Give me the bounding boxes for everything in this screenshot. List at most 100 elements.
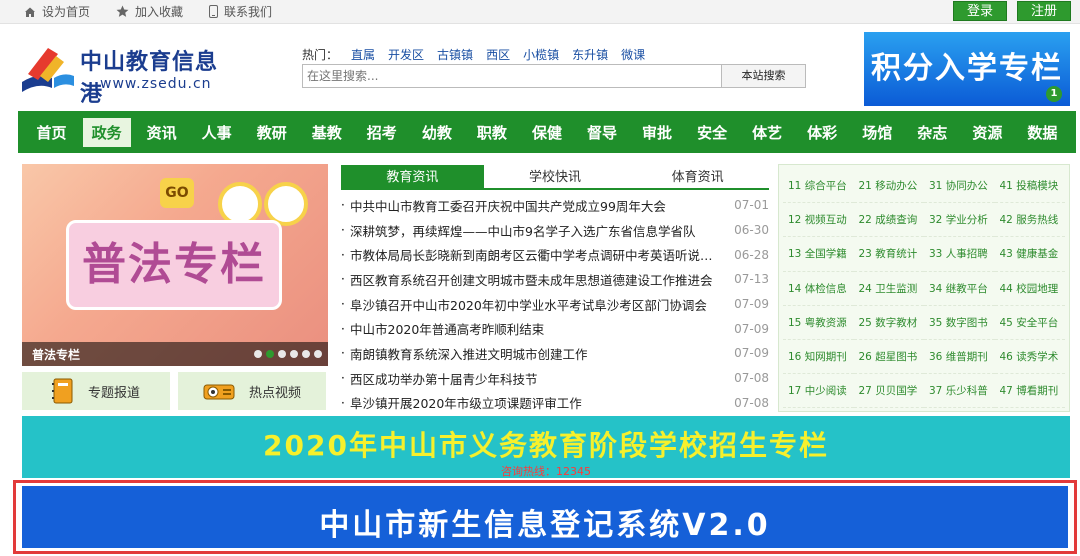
service-link[interactable]: 11 综合平台 (783, 169, 854, 204)
news-item[interactable]: · 阜沙镇召开中山市2020年初中学业水平考试阜沙考区部门协调会 07-09 (341, 292, 769, 317)
bullet: · (341, 371, 345, 386)
news-title[interactable]: 中山市2020年普通高考昨顺利结束 (350, 319, 725, 338)
news-title[interactable]: 西区成功举办第十届青少年科技节 (350, 369, 725, 388)
service-link[interactable]: 31 协同办公 (924, 169, 995, 204)
service-link[interactable]: 41 投稿模块 (994, 169, 1065, 204)
tab-education-news[interactable]: 教育资讯 (341, 165, 484, 188)
logo-book-icon (22, 48, 74, 92)
service-link[interactable]: 26 超星图书 (853, 340, 924, 375)
news-title[interactable]: 市教体局局长彭晓新到南朗考区云衢中学考点调研中考英语听说考试工作 (350, 245, 725, 264)
service-link[interactable]: 37 乐少科普 (924, 374, 995, 409)
news-title[interactable]: 阜沙镇召开中山市2020年初中学业水平考试阜沙考区部门协调会 (350, 295, 725, 314)
service-link[interactable]: 47 博看期刊 (994, 374, 1065, 409)
news-item[interactable]: · 阜沙镇开展2020年市级立项课题评审工作 07-08 (341, 391, 769, 416)
news-item[interactable]: · 西区教育系统召开创建文明城市暨未成年思想道德建设工作推进会 07-13 (341, 267, 769, 292)
nav-item[interactable]: 督导 (578, 118, 626, 147)
news-item[interactable]: · 中共中山市教育工委召开庆祝中国共产党成立99周年大会 07-01 (341, 193, 769, 218)
hot-link-weike[interactable]: 微课 (621, 46, 645, 63)
nav-item[interactable]: 幼教 (413, 118, 461, 147)
service-link[interactable]: 45 安全平台 (994, 306, 1065, 340)
news-title[interactable]: 西区教育系统召开创建文明城市暨未成年思想道德建设工作推进会 (350, 270, 725, 289)
nav-item[interactable]: 教研 (248, 118, 296, 147)
nav-item[interactable]: 资讯 (138, 118, 186, 147)
tab-sports-news[interactable]: 体育资讯 (626, 165, 769, 188)
service-link[interactable]: 17 中少阅读 (783, 374, 854, 409)
slider-dot-active[interactable] (266, 350, 274, 358)
service-link[interactable]: 43 健康基金 (994, 237, 1065, 272)
service-link[interactable]: 42 服务热线 (994, 203, 1065, 238)
service-link[interactable]: 21 移动办公 (853, 169, 924, 204)
nav-item[interactable]: 审批 (633, 118, 681, 147)
service-link[interactable]: 13 全国学籍 (783, 237, 854, 272)
news-item[interactable]: · 南朗镇教育系统深入推进文明城市创建工作 07-09 (341, 341, 769, 366)
nav-item-active[interactable]: 政务 (82, 117, 131, 147)
news-title[interactable]: 阜沙镇开展2020年市级立项课题评审工作 (350, 393, 725, 412)
contact-us-link[interactable]: 联系我们 (209, 3, 272, 20)
hot-link-dongsheng[interactable]: 东升镇 (572, 46, 608, 63)
special-report-button[interactable]: 专题报道 (22, 372, 170, 410)
service-link[interactable]: 44 校园地理 (994, 272, 1065, 306)
service-link[interactable]: 34 继教平台 (924, 272, 995, 306)
service-link[interactable]: 36 维普期刊 (924, 340, 995, 375)
banner-page-badge[interactable]: 1 (1046, 86, 1062, 102)
enrollment-banner[interactable]: 2020年中山市义务教育阶段学校招生专栏 咨询热线：12345 (22, 416, 1070, 478)
service-link[interactable]: 14 体检信息 (783, 272, 854, 306)
tab-school-news[interactable]: 学校快讯 (484, 165, 627, 188)
news-title[interactable]: 深耕筑梦，再续辉煌——中山市9名学子入选广东省信息学省队 (350, 221, 725, 240)
service-link[interactable]: 12 视频互动 (783, 203, 854, 238)
news-item[interactable]: · 市教体局局长彭晓新到南朗考区云衢中学考点调研中考英语听说考试工作 06-28 (341, 242, 769, 267)
search-input[interactable] (303, 65, 721, 87)
news-title[interactable]: 中共中山市教育工委召开庆祝中国共产党成立99周年大会 (350, 196, 725, 215)
register-button[interactable]: 注册 (1017, 1, 1071, 21)
points-enrollment-banner[interactable]: 积分入学专栏 1 (864, 32, 1070, 106)
search-button[interactable]: 本站搜索 (721, 65, 805, 87)
service-link[interactable]: 46 读秀学术 (994, 340, 1065, 375)
nav-item[interactable]: 首页 (28, 118, 76, 147)
hot-video-button[interactable]: 热点视频 (178, 372, 326, 410)
slider-dot[interactable] (254, 350, 262, 358)
service-link[interactable]: 27 贝贝国学 (853, 374, 924, 409)
service-link[interactable]: 23 教育统计 (853, 237, 924, 272)
login-button[interactable]: 登录 (953, 1, 1007, 21)
service-link[interactable]: 32 学业分析 (924, 203, 995, 238)
nav-item[interactable]: 职教 (468, 118, 516, 147)
search-box: 本站搜索 (302, 64, 806, 88)
hot-link-zhishu[interactable]: 直属 (351, 46, 375, 63)
law-promo-slider[interactable]: GO 普法专栏 普法专栏 (22, 164, 328, 366)
slider-dot[interactable] (302, 350, 310, 358)
nav-item[interactable]: 体艺 (743, 118, 791, 147)
slider-dot[interactable] (290, 350, 298, 358)
news-item[interactable]: · 中山市2020年普通高考昨顺利结束 07-09 (341, 316, 769, 341)
service-link[interactable]: 35 数字图书 (924, 306, 995, 340)
hot-link-xiaolan[interactable]: 小榄镇 (523, 46, 559, 63)
nav-item[interactable]: 保健 (523, 118, 571, 147)
set-homepage-link[interactable]: 设为首页 (24, 3, 90, 20)
add-favorite-link[interactable]: 加入收藏 (116, 3, 183, 20)
service-link[interactable]: 15 粤教资源 (783, 306, 854, 340)
site-logo[interactable]: 中山教育信息港 www.zsedu.cn (18, 40, 238, 107)
nav-item[interactable]: 安全 (688, 118, 736, 147)
hot-link-xiqu[interactable]: 西区 (486, 46, 510, 63)
nav-item[interactable]: 杂志 (908, 118, 956, 147)
nav-item[interactable]: 体彩 (798, 118, 846, 147)
service-link[interactable]: 16 知网期刊 (783, 340, 854, 375)
highlight-outline: 中山市新生信息登记系统V2.0 (13, 480, 1077, 554)
slider-dot[interactable] (278, 350, 286, 358)
nav-item[interactable]: 基教 (303, 118, 351, 147)
news-item[interactable]: · 深耕筑梦，再续辉煌——中山市9名学子入选广东省信息学省队 06-30 (341, 218, 769, 243)
news-item[interactable]: · 西区成功举办第十届青少年科技节 07-08 (341, 366, 769, 391)
hot-link-kaifaqu[interactable]: 开发区 (388, 46, 424, 63)
service-link[interactable]: 22 成绩查询 (853, 203, 924, 238)
slider-dot[interactable] (314, 350, 322, 358)
student-registration-banner[interactable]: 中山市新生信息登记系统V2.0 (22, 486, 1068, 548)
nav-item[interactable]: 招考 (358, 118, 406, 147)
nav-item[interactable]: 场馆 (853, 118, 901, 147)
hot-link-guzhen[interactable]: 古镇镇 (437, 46, 473, 63)
news-title[interactable]: 南朗镇教育系统深入推进文明城市创建工作 (350, 344, 725, 363)
nav-item[interactable]: 数据 (1018, 118, 1066, 147)
service-link[interactable]: 24 卫生监测 (853, 272, 924, 306)
service-link[interactable]: 25 数字教材 (853, 306, 924, 340)
service-link[interactable]: 33 人事招聘 (924, 237, 995, 272)
nav-item[interactable]: 资源 (963, 118, 1011, 147)
nav-item[interactable]: 人事 (193, 118, 241, 147)
